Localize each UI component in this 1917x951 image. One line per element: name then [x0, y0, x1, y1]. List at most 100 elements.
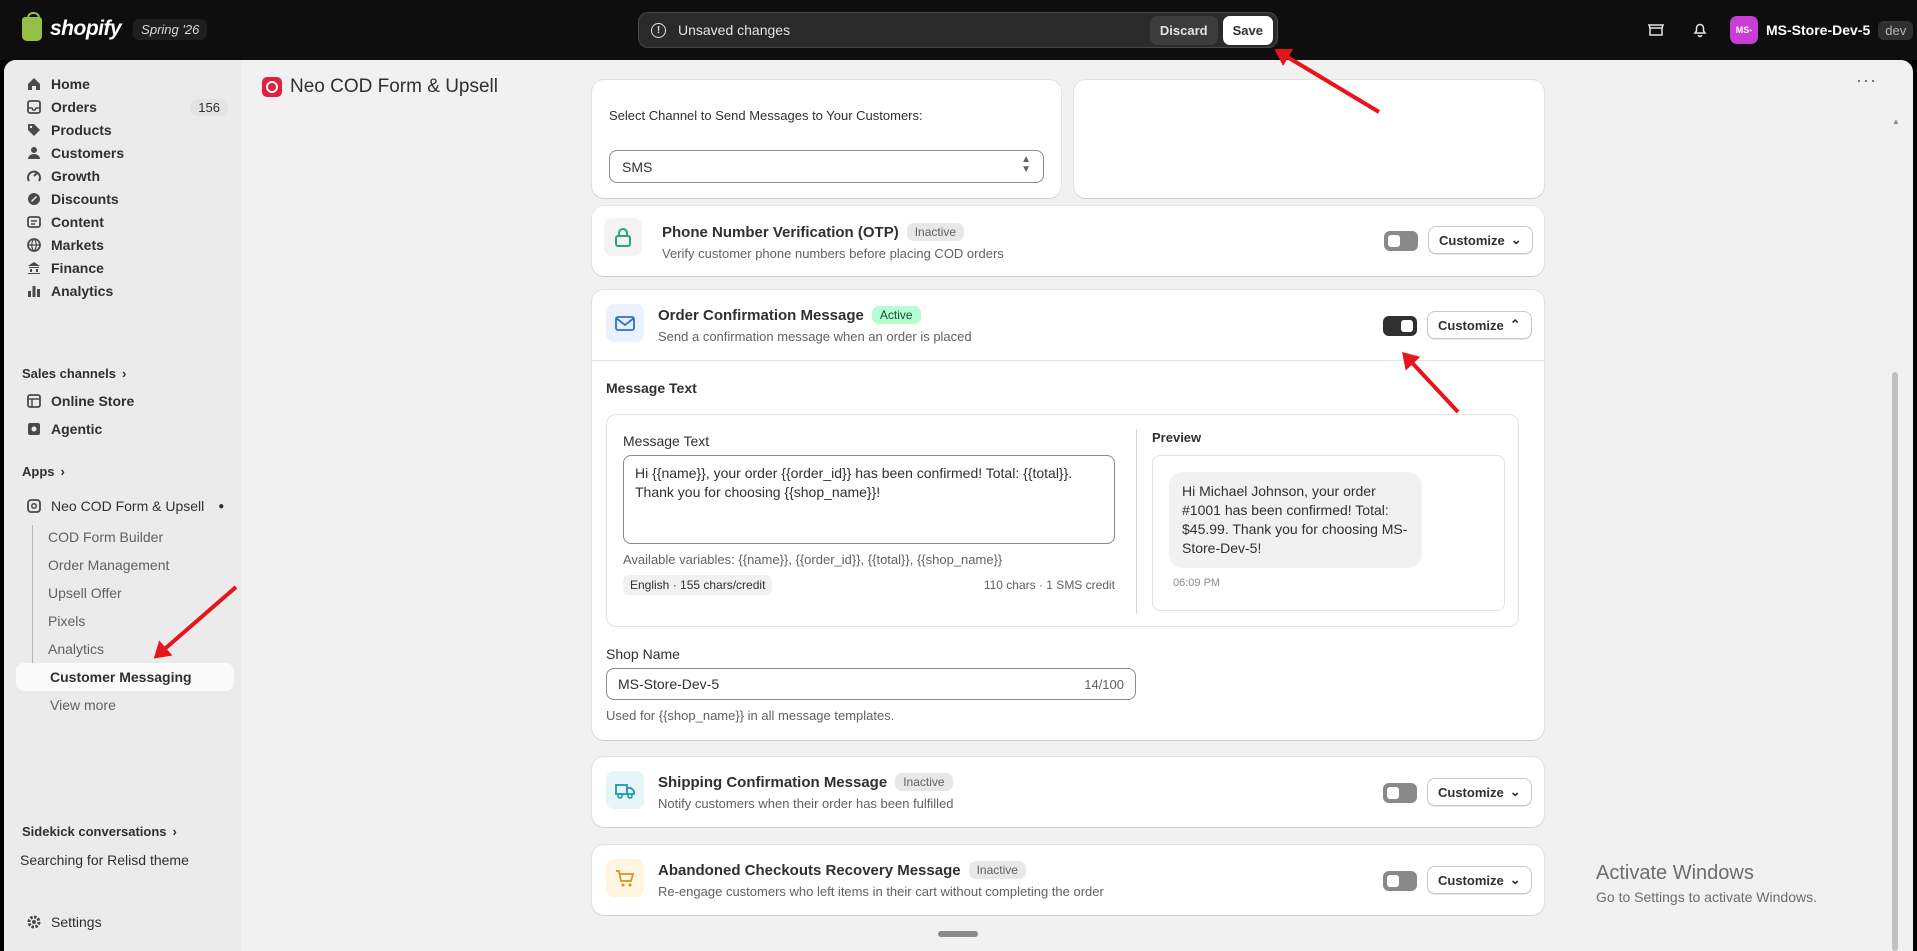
shop-name-input[interactable]: MS-Store-Dev-5 14/100 [606, 668, 1136, 700]
sidekick-conversation-item[interactable]: Searching for Relisd theme [20, 852, 189, 868]
sidekick-conversations-header[interactable]: Sidekick conversations › [22, 824, 177, 839]
scrollbar-thumb[interactable] [1892, 372, 1898, 951]
sidebar-item-label: Growth [51, 168, 100, 184]
message-textarea[interactable]: Hi {{name}}, your order {{order_id}} has… [623, 455, 1115, 544]
unsaved-changes-bar: ! Unsaved changes Discard Save [638, 12, 1278, 48]
orders-count-badge: 156 [190, 98, 228, 116]
page-title: Neo COD Form & Upsell [290, 76, 498, 97]
tree-line [32, 525, 33, 673]
scroll-up-arrow-icon[interactable]: ▲ [1892, 117, 1900, 126]
sidebar-item-settings[interactable]: Settings [16, 908, 234, 936]
watermark-line2: Go to Settings to activate Windows. [1596, 889, 1817, 905]
cart-icon [606, 859, 644, 897]
channel-select[interactable]: SMS ▲ ▼ [609, 150, 1044, 183]
shipping-status-badge: Inactive [895, 773, 953, 791]
shop-name-counter: 14/100 [1084, 676, 1124, 692]
button-label: Customize [1438, 872, 1504, 888]
chevron-down-icon: ⌄ [1509, 872, 1521, 887]
preview-label: Preview [1152, 430, 1202, 445]
sidebar-item-analytics[interactable]: Analytics [16, 277, 234, 305]
otp-status-badge: Inactive [906, 223, 965, 241]
more-actions-icon[interactable]: ··· [1856, 70, 1877, 91]
bank-icon [26, 260, 42, 276]
abandoned-title: Abandoned Checkouts Recovery Message [658, 861, 961, 879]
apps-header[interactable]: Apps › [22, 464, 65, 479]
chevron-down-icon: ⌄ [1509, 784, 1521, 799]
chevron-up-icon: ⌃ [1509, 317, 1521, 332]
bell-icon[interactable] [1690, 20, 1710, 40]
bottom-drag-handle[interactable] [938, 931, 978, 937]
app-icon [26, 498, 42, 514]
person-icon [26, 145, 42, 161]
shop-name-help: Used for {{shop_name}} in all message te… [606, 708, 895, 723]
channel-label: Select Channel to Send Messages to Your … [609, 108, 923, 123]
channel-card: Select Channel to Send Messages to Your … [592, 80, 1061, 198]
sidebar-item-label: Online Store [51, 393, 135, 409]
select-arrows-icon: ▲ ▼ [1021, 154, 1031, 175]
truck-icon [606, 771, 644, 809]
admin-frame: Home Orders 156 Products Customers Growt… [4, 60, 1913, 951]
button-label: Customize [1438, 317, 1504, 333]
view-more-link[interactable]: View more [50, 697, 116, 713]
confirm-customize-button[interactable]: Customize ⌃ [1427, 311, 1532, 339]
sidebar-subitem-cod-form-builder[interactable]: COD Form Builder [48, 529, 163, 545]
discard-button[interactable]: Discard [1149, 15, 1218, 45]
shop-name-value: MS-Store-Dev-5 [618, 676, 720, 692]
chevron-right-icon: › [60, 464, 65, 479]
abandoned-customize-button[interactable]: Customize ⌄ [1427, 866, 1532, 894]
sidebar-item-label: Customers [51, 145, 125, 161]
language-chip: English · 155 chars/credit [623, 575, 773, 595]
store-icon [26, 393, 42, 409]
mail-icon [606, 304, 644, 342]
discount-icon [26, 191, 42, 207]
abandoned-title-row: Abandoned Checkouts Recovery Message Ina… [658, 861, 1026, 879]
sidebar-item-neo-cod-app[interactable]: Neo COD Form & Upsell ● [16, 492, 234, 520]
sidebar: Home Orders 156 Products Customers Growt… [4, 60, 241, 951]
panel-divider [1136, 429, 1137, 614]
agentic-icon [26, 421, 42, 437]
otp-customize-button[interactable]: Customize ⌄ [1428, 226, 1533, 254]
sidebar-subitem-upsell-offer[interactable]: Upsell Offer [48, 585, 122, 601]
sidebar-item-label: Orders [51, 99, 97, 115]
save-button[interactable]: Save [1222, 15, 1273, 45]
section-label: Sales channels [22, 366, 116, 381]
shopify-logo[interactable]: shopify Spring '26 [22, 12, 208, 41]
sidebar-subitem-analytics[interactable]: Analytics [48, 641, 104, 657]
shipping-customize-button[interactable]: Customize ⌄ [1427, 778, 1532, 806]
sidebar-item-label: Markets [51, 237, 104, 253]
store-menu-button[interactable]: MS- MS-Store-Dev-5 dev [1730, 16, 1914, 44]
globe-icon [26, 237, 42, 253]
sidebar-item-online-store[interactable]: Online Store [16, 387, 234, 415]
windows-activation-watermark: Activate Windows Go to Settings to activ… [1596, 862, 1817, 905]
sales-channels-header[interactable]: Sales channels › [22, 366, 126, 381]
top-bar: shopify Spring '26 ! Unsaved changes Dis… [0, 0, 1917, 60]
confirm-toggle[interactable] [1383, 316, 1417, 336]
abandoned-toggle[interactable] [1383, 871, 1417, 891]
sidebar-subitem-customer-messaging[interactable]: Customer Messaging [16, 663, 234, 691]
sidebar-subitem-pixels[interactable]: Pixels [48, 613, 85, 629]
confirm-title: Order Confirmation Message [658, 306, 864, 324]
lock-icon [604, 218, 642, 256]
info-icon: ! [651, 22, 666, 38]
shipping-title: Shipping Confirmation Message [658, 773, 888, 791]
shipping-feature-card: Shipping Confirmation Message Inactive N… [592, 757, 1544, 827]
sidebar-item-label: Analytics [51, 283, 114, 299]
preview-time: 06:09 PM [1173, 577, 1221, 589]
preview-message-bubble: Hi Michael Johnson, your order #1001 has… [1169, 472, 1422, 568]
message-section-title: Message Text [606, 380, 697, 396]
gear-icon [26, 914, 42, 930]
app-logo-icon [262, 77, 282, 97]
chevron-down-icon: ⌄ [1510, 232, 1522, 247]
confirm-description: Send a confirmation message when an orde… [658, 329, 972, 344]
sidebar-item-agentic[interactable]: Agentic [16, 415, 234, 443]
tag-icon [26, 122, 42, 138]
unsaved-changes-text: Unsaved changes [678, 22, 791, 38]
otp-title-row: Phone Number Verification (OTP) Inactive [662, 223, 965, 241]
shop-name-label: Shop Name [606, 646, 680, 662]
sidebar-item-label: Content [51, 214, 104, 230]
shipping-toggle[interactable] [1383, 783, 1417, 803]
store-switch-icon[interactable] [1646, 20, 1666, 40]
otp-toggle[interactable] [1384, 231, 1418, 251]
otp-title: Phone Number Verification (OTP) [662, 223, 899, 241]
sidebar-subitem-order-management[interactable]: Order Management [48, 557, 169, 573]
